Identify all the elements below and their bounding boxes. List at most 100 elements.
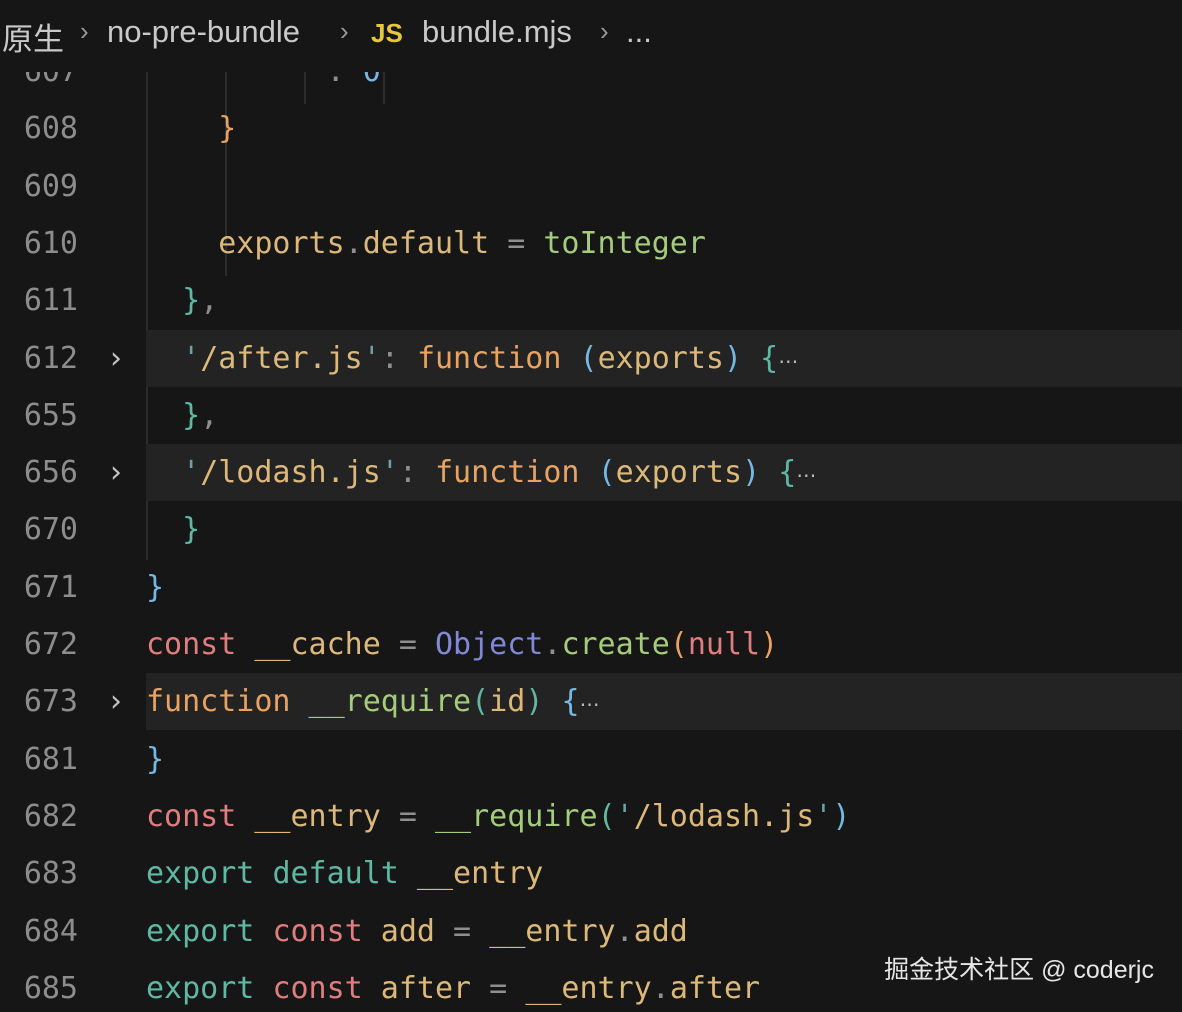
code-line[interactable]: 683 export default __entry bbox=[0, 845, 1182, 902]
code-token: { bbox=[760, 340, 779, 376]
line-number: 682 bbox=[23, 798, 78, 834]
code-token: . bbox=[615, 913, 634, 949]
code-text: }, bbox=[146, 387, 218, 444]
line-number: 672 bbox=[23, 627, 78, 662]
fold-chevron-icon[interactable]: › bbox=[106, 444, 126, 501]
code-token: export bbox=[146, 913, 255, 949]
code-text: } bbox=[146, 559, 164, 616]
code-token: } bbox=[146, 741, 165, 777]
code-line[interactable]: 682 const __entry = __require('/lodash.js… bbox=[0, 788, 1182, 845]
code-token: default bbox=[362, 225, 490, 261]
watermark: 掘金技术社区 @ coderjc bbox=[884, 956, 1154, 984]
code-token: ( bbox=[669, 627, 688, 662]
code-token: : bbox=[380, 340, 417, 376]
breadcrumb-folder[interactable]: 原生 bbox=[2, 14, 64, 59]
line-number: 607 bbox=[0, 72, 78, 100]
code-line[interactable]: 681} bbox=[0, 731, 1182, 788]
code-token: __cache bbox=[236, 627, 381, 662]
line-number: 685 bbox=[23, 970, 78, 1006]
breadcrumb-subfolder[interactable]: no-pre-bundle bbox=[107, 14, 300, 50]
code-token: const bbox=[272, 913, 363, 949]
code-text: : 0 bbox=[146, 72, 381, 100]
code-line-folded[interactable]: 673 › function __require(id) {⋯ bbox=[0, 673, 1182, 731]
code-token: after bbox=[362, 970, 472, 1006]
code-token: } bbox=[182, 283, 201, 319]
line-number: 608 bbox=[23, 111, 78, 147]
code-token: exports bbox=[597, 340, 724, 376]
code-token: after bbox=[669, 970, 761, 1006]
fold-ellipsis-icon[interactable]: ⋯ bbox=[580, 692, 600, 716]
code-token: __entry bbox=[525, 970, 652, 1006]
breadcrumb: 原生 › no-pre-bundle › JS bundle.mjs › ... bbox=[0, 0, 1182, 72]
code-token: const bbox=[146, 627, 237, 662]
code-token: ' bbox=[814, 798, 833, 834]
code-line[interactable]: 671} bbox=[0, 559, 1182, 616]
code-line[interactable]: 670 } bbox=[0, 501, 1182, 558]
code-line[interactable]: 655 }, bbox=[0, 387, 1182, 444]
code-text: export const after = __entry.after bbox=[146, 960, 760, 1012]
fold-ellipsis-icon[interactable]: ⋯ bbox=[778, 349, 798, 373]
fold-chevron-icon[interactable]: › bbox=[106, 330, 126, 387]
code-token: toInteger bbox=[543, 225, 706, 261]
code-token: } bbox=[182, 397, 201, 433]
line-number: 673 bbox=[23, 684, 78, 720]
code-line-folded[interactable]: 612 › '/after.js': function (exports) {⋯ bbox=[0, 329, 1182, 390]
fold-chevron-icon[interactable]: › bbox=[106, 673, 126, 730]
code-token: = bbox=[435, 913, 490, 949]
code-token: ' bbox=[615, 798, 634, 834]
line-number: 610 bbox=[23, 225, 78, 261]
code-line[interactable]: 611 }, bbox=[0, 272, 1182, 329]
code-token: __entry bbox=[236, 798, 381, 834]
code-token: ' bbox=[182, 455, 201, 491]
code-token: __require bbox=[290, 684, 472, 720]
chevron-right-icon: › bbox=[80, 16, 89, 46]
code-line[interactable]: 672 const __cache = Object.create(null) bbox=[0, 616, 1182, 673]
code-line[interactable]: 608 } bbox=[0, 100, 1182, 157]
code-token: . bbox=[543, 627, 562, 662]
line-number: 609 bbox=[23, 168, 78, 204]
line-number: 612 bbox=[23, 340, 78, 376]
code-token: const bbox=[272, 970, 363, 1006]
code-text: '/after.js': function (exports) {⋯ bbox=[146, 330, 798, 390]
fold-ellipsis-icon[interactable]: ⋯ bbox=[796, 463, 816, 487]
code-line[interactable]: 607 : 0 bbox=[0, 72, 1182, 100]
code-token: = bbox=[380, 798, 435, 834]
code-token: ' bbox=[380, 455, 399, 491]
code-token: Object bbox=[435, 627, 544, 662]
breadcrumb-more[interactable]: ... bbox=[626, 14, 652, 50]
code-token: null bbox=[687, 627, 761, 662]
code-token: ) bbox=[832, 798, 851, 834]
line-number: 670 bbox=[23, 512, 78, 548]
code-token: } bbox=[146, 569, 165, 605]
code-editor[interactable]: 607 : 0608 }609610 exports.default = toI… bbox=[0, 72, 1182, 1012]
code-text: const __cache = Object.create(null) bbox=[146, 616, 778, 673]
line-number: 656 bbox=[23, 455, 78, 491]
code-token: /lodash.js bbox=[633, 798, 815, 834]
code-text: export default __entry bbox=[146, 845, 543, 902]
code-token: } bbox=[182, 512, 201, 548]
code-token: } bbox=[218, 111, 237, 147]
code-token: /lodash.js bbox=[200, 455, 381, 491]
code-token: ) bbox=[525, 684, 544, 720]
code-text: '/lodash.js': function (exports) {⋯ bbox=[146, 444, 816, 504]
code-line[interactable]: 610 exports.default = toInteger bbox=[0, 215, 1182, 272]
code-line[interactable]: 609 bbox=[0, 158, 1182, 215]
code-text: const __entry = __require('/lodash.js') bbox=[146, 788, 850, 845]
code-token: : bbox=[327, 72, 363, 89]
code-token: { bbox=[778, 455, 797, 491]
line-number: 611 bbox=[23, 283, 78, 319]
line-number: 684 bbox=[23, 913, 78, 949]
code-line-folded[interactable]: 656 › '/lodash.js': function (exports) {⋯ bbox=[0, 444, 1182, 504]
breadcrumb-file[interactable]: bundle.mjs bbox=[422, 14, 572, 50]
code-token: add bbox=[362, 913, 435, 949]
